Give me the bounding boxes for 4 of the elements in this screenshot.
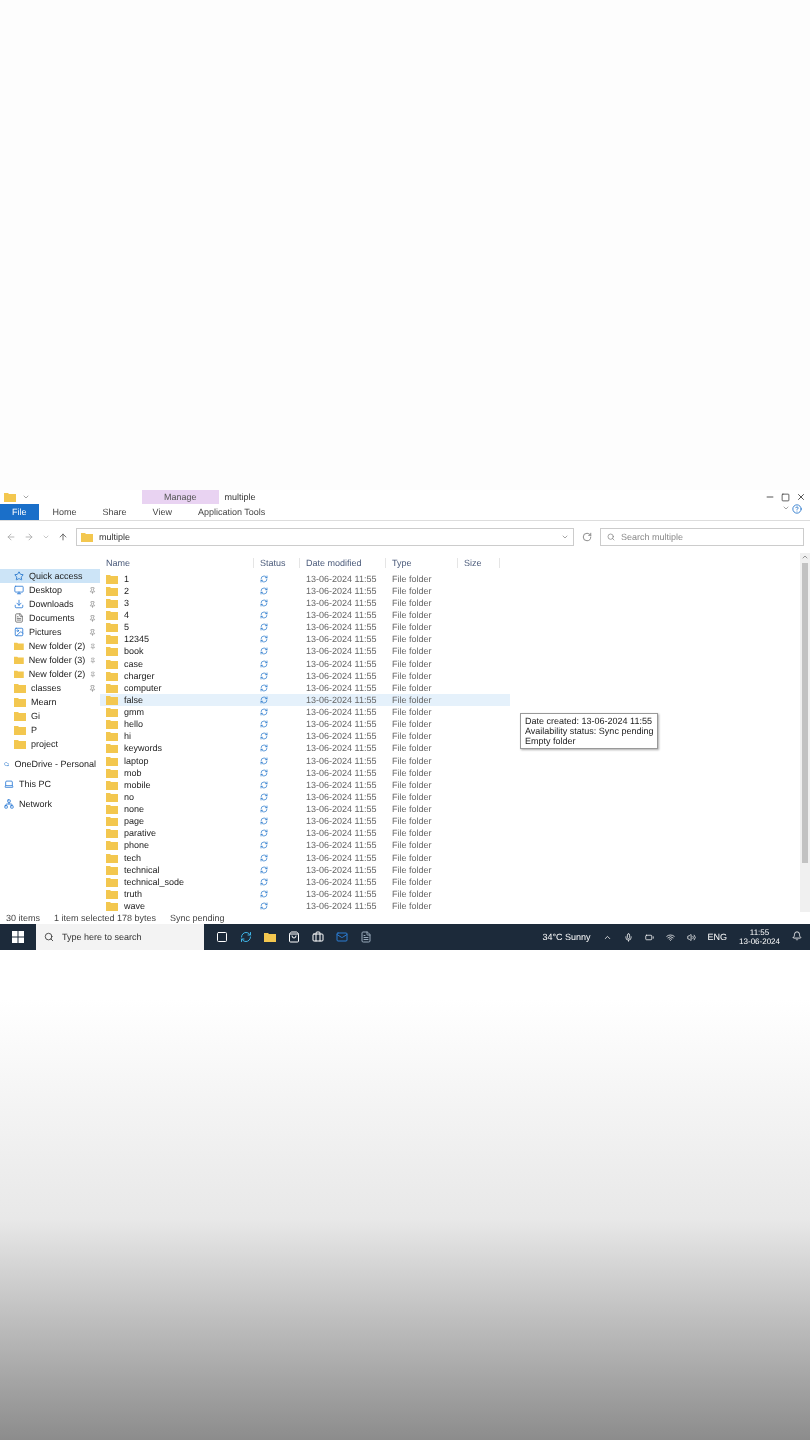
file-explorer-icon — [264, 932, 276, 942]
folder-icon — [81, 532, 93, 542]
windows-logo-icon[interactable] — [12, 931, 24, 943]
scrollbar[interactable] — [800, 553, 810, 912]
